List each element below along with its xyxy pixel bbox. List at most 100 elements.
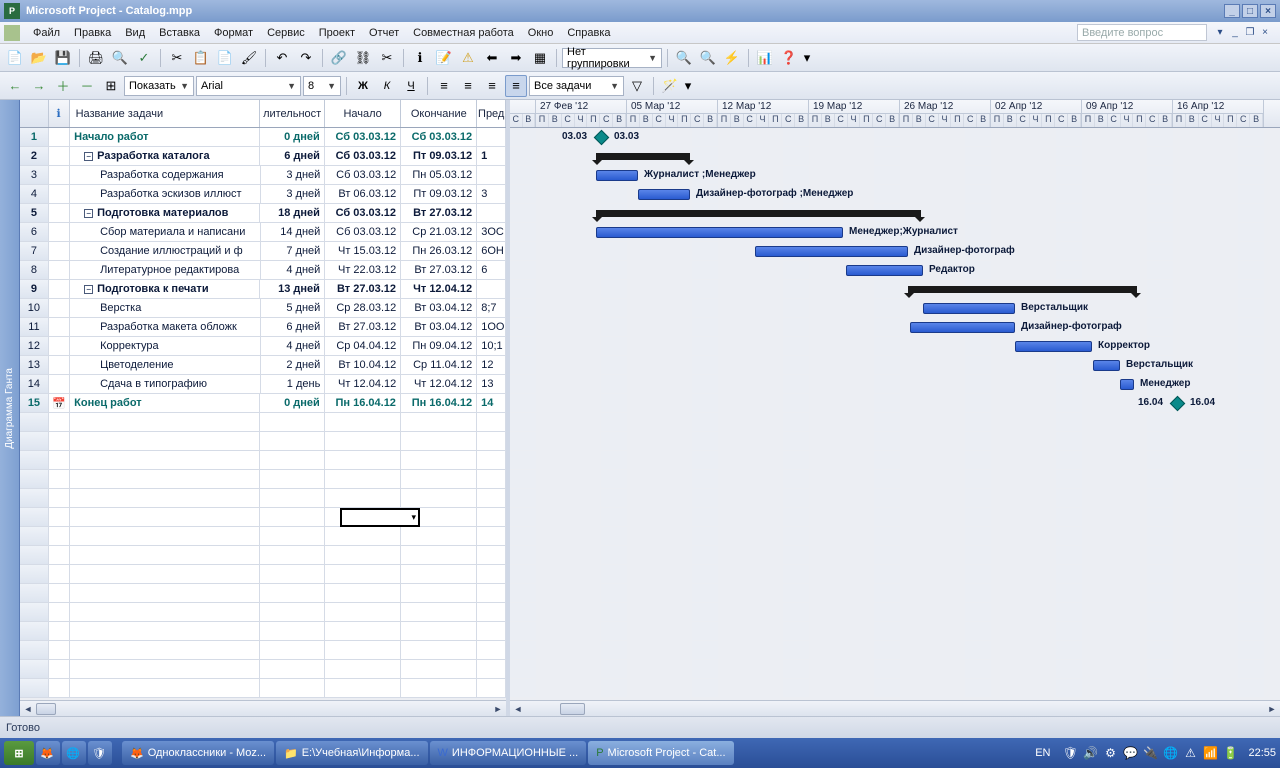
filter-combo[interactable]: Все задачи▼ xyxy=(529,76,624,96)
table-row[interactable] xyxy=(20,622,506,641)
task-pred[interactable]: 3 xyxy=(477,185,506,203)
gantt-row[interactable]: Менеджер;Журналист xyxy=(510,223,1280,242)
task-start[interactable] xyxy=(325,603,401,621)
copy-icon[interactable]: 📋 xyxy=(190,47,212,69)
gantt-row[interactable] xyxy=(510,679,1280,698)
task-end[interactable] xyxy=(401,660,477,678)
row-number[interactable]: 14 xyxy=(20,375,49,393)
task-start[interactable]: Ср 04.04.12 xyxy=(325,337,401,355)
task-bar[interactable] xyxy=(1015,341,1092,352)
spellcheck-icon[interactable]: ✓ xyxy=(133,47,155,69)
format-painter-icon[interactable]: 🖌 xyxy=(238,47,260,69)
row-number[interactable] xyxy=(20,489,49,507)
task-duration[interactable] xyxy=(260,641,325,659)
task-bar[interactable] xyxy=(910,322,1015,333)
table-row[interactable] xyxy=(20,527,506,546)
summary-bar[interactable] xyxy=(596,210,921,217)
table-row[interactable]: 7Создание иллюстраций и ф7 днейЧт 15.03.… xyxy=(20,242,506,261)
link-icon[interactable]: 🔗 xyxy=(328,47,350,69)
task-end[interactable] xyxy=(401,413,477,431)
tray-icon[interactable]: ⚠ xyxy=(1182,745,1198,761)
quick-launch-1[interactable]: 🦊 xyxy=(36,741,60,765)
task-pred[interactable]: 6 xyxy=(477,261,506,279)
table-row[interactable]: 4Разработка эскизов иллюст3 днейВт 06.03… xyxy=(20,185,506,204)
outdent-icon[interactable]: ＋ xyxy=(52,75,74,97)
table-row[interactable]: 9−Подготовка к печати13 днейВт 27.03.12Ч… xyxy=(20,280,506,299)
help-icon[interactable]: ❓ xyxy=(778,47,800,69)
task-word[interactable]: WИНФОРМАЦИОННЫЕ ... xyxy=(430,741,587,765)
task-name[interactable]: Начало работ xyxy=(70,128,260,146)
doc-menu-icon[interactable]: ▾ xyxy=(1213,26,1227,40)
task-name[interactable] xyxy=(70,451,260,469)
info-cell[interactable] xyxy=(49,565,70,583)
task-project[interactable]: PMicrosoft Project - Cat... xyxy=(588,741,733,765)
task-duration[interactable] xyxy=(260,679,325,697)
fontsize-combo[interactable]: 8▼ xyxy=(303,76,341,96)
task-duration[interactable]: 5 дней xyxy=(261,299,326,317)
row-number[interactable] xyxy=(20,470,49,488)
task-duration[interactable]: 6 дней xyxy=(260,147,325,165)
task-end[interactable]: Ср 11.04.12 xyxy=(401,356,477,374)
new-icon[interactable]: 📄 xyxy=(4,47,26,69)
task-pred[interactable]: 1 xyxy=(477,147,506,165)
task-bar[interactable] xyxy=(1120,379,1134,390)
task-name[interactable] xyxy=(70,432,260,450)
gantt-row[interactable] xyxy=(510,470,1280,489)
table-row[interactable]: 8Литературное редактирова4 днейЧт 22.03.… xyxy=(20,261,506,280)
show-subtasks-icon[interactable]: ⊞ xyxy=(100,75,122,97)
task-pred[interactable] xyxy=(477,280,506,298)
row-number[interactable]: 15 xyxy=(20,394,49,412)
cut-icon[interactable]: ✂ xyxy=(166,47,188,69)
gantt-row[interactable]: Дизайнер-фотограф xyxy=(510,242,1280,261)
gantt-row[interactable]: Дизайнер-фотограф ;Менеджер xyxy=(510,185,1280,204)
table-row[interactable]: 3Разработка содержания3 днейСб 03.03.12П… xyxy=(20,166,506,185)
info-cell[interactable] xyxy=(49,660,70,678)
table-row[interactable] xyxy=(20,679,506,698)
task-end[interactable] xyxy=(401,451,477,469)
task-duration[interactable]: 4 дней xyxy=(261,337,326,355)
task-start[interactable]: Сб 03.03.12 xyxy=(325,223,401,241)
col-end[interactable]: Окончание xyxy=(401,100,477,127)
gantt-row[interactable] xyxy=(510,603,1280,622)
task-end[interactable]: Чт 12.04.12 xyxy=(401,375,477,393)
bold-icon[interactable]: Ж xyxy=(352,75,374,97)
info-cell[interactable] xyxy=(49,413,70,431)
task-duration[interactable] xyxy=(260,432,325,450)
task-pred[interactable]: 10;1 xyxy=(477,337,506,355)
paste-icon[interactable]: 📄 xyxy=(214,47,236,69)
task-end[interactable] xyxy=(401,470,477,488)
task-duration[interactable]: 3 дней xyxy=(261,166,326,184)
task-end[interactable] xyxy=(401,584,477,602)
task-pred[interactable] xyxy=(477,508,506,526)
task-start[interactable]: Чт 22.03.12 xyxy=(325,261,401,279)
preview-icon[interactable]: 🔍 xyxy=(109,47,131,69)
undo-icon[interactable]: ↶ xyxy=(271,47,293,69)
task-duration[interactable] xyxy=(260,565,325,583)
align-left-icon[interactable]: ≡ xyxy=(433,75,455,97)
gantt-row[interactable]: 03.0303.03 xyxy=(510,128,1280,147)
task-name[interactable]: −Подготовка материалов xyxy=(70,204,260,222)
note-icon[interactable]: 📝 xyxy=(433,47,455,69)
task-duration[interactable]: 3 дней xyxy=(261,185,326,203)
task-name[interactable] xyxy=(70,546,260,564)
minimize-button[interactable]: _ xyxy=(1224,4,1240,18)
row-number[interactable] xyxy=(20,679,49,697)
task-end[interactable]: Вт 27.03.12 xyxy=(401,261,477,279)
table-row[interactable]: 11Разработка макета обложк6 днейВт 27.03… xyxy=(20,318,506,337)
task-bar[interactable] xyxy=(923,303,1015,314)
task-name[interactable] xyxy=(70,679,260,697)
task-pred[interactable] xyxy=(477,204,506,222)
row-number[interactable]: 5 xyxy=(20,204,49,222)
row-number[interactable]: 10 xyxy=(20,299,49,317)
tray-icon[interactable]: 🔊 xyxy=(1082,745,1098,761)
table-row[interactable] xyxy=(20,508,506,527)
task-start[interactable]: Сб 03.03.12 xyxy=(325,147,401,165)
task-name[interactable] xyxy=(70,508,260,526)
row-number[interactable]: 13 xyxy=(20,356,49,374)
row-number[interactable]: 11 xyxy=(20,318,49,336)
indent-left-icon[interactable]: ⬅ xyxy=(481,47,503,69)
nav-fwd-icon[interactable]: → xyxy=(28,75,50,97)
task-duration[interactable]: 7 дней xyxy=(261,242,326,260)
font-combo[interactable]: Arial▼ xyxy=(196,76,301,96)
task-end[interactable] xyxy=(401,603,477,621)
